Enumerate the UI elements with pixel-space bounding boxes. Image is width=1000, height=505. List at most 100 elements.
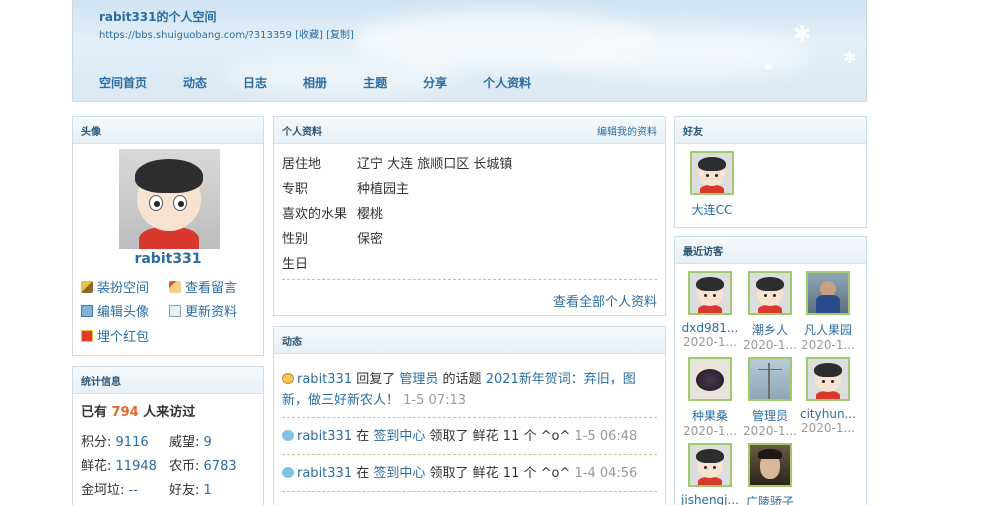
- space-url: https://bbs.shuiguobang.com/?313359 [收藏]…: [99, 26, 354, 41]
- profile-row-fruit: 喜欢的水果 樱桃: [282, 207, 384, 222]
- dandelion-seed-icon: ✱: [843, 48, 857, 67]
- avatar-panel: 头像 rabit331 装扮空间 查看留言 编辑头像 更新资料 埋个红包: [72, 116, 264, 356]
- visitor-avatar[interactable]: [748, 357, 792, 401]
- visitor-avatar[interactable]: [806, 271, 850, 315]
- edit-profile-link[interactable]: 编辑我的资料: [597, 123, 657, 138]
- stat-flowers: 鲜花: 11948: [81, 459, 157, 474]
- stat-farm-coins: 农币: 6783: [169, 459, 237, 474]
- panel-title: 个人资料: [282, 126, 322, 138]
- visitor-card[interactable]: 广陵骄子: [741, 443, 799, 505]
- visitor-card[interactable]: dxd981... 2020-1...: [681, 271, 739, 349]
- feed-user-link[interactable]: rabit331: [297, 429, 352, 444]
- divider: [282, 454, 657, 455]
- panel-title: 最近访客: [683, 246, 723, 258]
- space-url-text[interactable]: https://bbs.shuiguobang.com/?313359: [99, 30, 292, 41]
- visitor-avatar[interactable]: [688, 357, 732, 401]
- feed-target-link[interactable]: 签到中心: [373, 429, 425, 444]
- visitor-card[interactable]: 凡人果园 2020-1...: [799, 271, 857, 352]
- divider: [282, 491, 657, 492]
- favorite-link[interactable]: [收藏]: [295, 30, 323, 41]
- friend-name[interactable]: 大连CC: [683, 201, 741, 218]
- panel-header: 个人资料 编辑我的资料: [274, 117, 665, 144]
- visitor-name[interactable]: 潮乡人: [741, 321, 799, 338]
- red-packet-icon: [81, 329, 93, 342]
- visitor-date: 2020-1...: [683, 335, 737, 349]
- friends-panel: 好友 大连CC: [674, 116, 867, 228]
- feed-target-link[interactable]: 管理员: [399, 372, 438, 387]
- visitor-card[interactable]: cityhun... 2020-1...: [799, 357, 857, 435]
- panel-title: 好友: [683, 126, 703, 138]
- panel-title: 统计信息: [81, 376, 121, 388]
- view-messages-button[interactable]: 查看留言: [169, 277, 237, 296]
- divider: [282, 279, 657, 280]
- visitor-date: 2020-1...: [801, 338, 855, 352]
- picture-icon: [81, 304, 93, 317]
- stat-prestige: 威望: 9: [169, 435, 212, 450]
- red-packet-button[interactable]: 埋个红包: [81, 326, 149, 345]
- speech-bubble-icon: [282, 430, 294, 441]
- visitor-card[interactable]: 管理员 2020-1...: [741, 357, 799, 438]
- panel-header: 动态: [274, 327, 665, 354]
- panel-header: 最近访客: [675, 237, 866, 264]
- profile-row-birthday: 生日: [282, 257, 309, 272]
- visitor-name[interactable]: 凡人果园: [799, 321, 857, 338]
- header-cloud: [553, 30, 813, 80]
- nav-topics[interactable]: 主题: [363, 74, 387, 91]
- divider: [282, 417, 657, 418]
- space-nav: 空间首页 动态 日志 相册 主题 分享 个人资料: [99, 74, 567, 91]
- panel-title: 头像: [81, 126, 101, 138]
- edit-avatar-button[interactable]: 编辑头像: [81, 301, 149, 320]
- visitor-date: 2020-1...: [683, 424, 737, 438]
- feed-user-link[interactable]: rabit331: [297, 372, 352, 387]
- visitor-avatar[interactable]: [688, 271, 732, 315]
- panel-header: 统计信息: [73, 367, 263, 394]
- feed-item: rabit331 在 签到中心 领取了 鲜花 11 个 ^o^ 1-5 06:4…: [282, 426, 654, 447]
- reply-icon: [282, 373, 294, 384]
- visitor-avatar[interactable]: [748, 443, 792, 487]
- nav-blog[interactable]: 日志: [243, 74, 267, 91]
- feed-user-link[interactable]: rabit331: [297, 466, 352, 481]
- decorate-space-button[interactable]: 装扮空间: [81, 277, 149, 296]
- nav-album[interactable]: 相册: [303, 74, 327, 91]
- update-profile-button[interactable]: 更新资料: [169, 301, 237, 320]
- username-link[interactable]: rabit331: [73, 251, 263, 267]
- visitor-avatar[interactable]: [806, 357, 850, 401]
- friend-avatar[interactable]: [690, 151, 734, 195]
- panel-header: 头像: [73, 117, 263, 144]
- avatar[interactable]: [119, 149, 220, 249]
- nav-profile[interactable]: 个人资料: [483, 74, 531, 91]
- nav-home[interactable]: 空间首页: [99, 74, 147, 91]
- visitor-name[interactable]: 种果桑: [681, 407, 739, 424]
- space-title[interactable]: rabit331的个人空间: [99, 8, 217, 25]
- activity-panel: 动态 rabit331 回复了 管理员 的话题 2021新年贺词：弃旧，图新，做…: [273, 326, 666, 505]
- feed-time: 1-5 06:48: [574, 429, 638, 444]
- visit-count: 已有 794 人来访过: [81, 405, 196, 420]
- nav-activity[interactable]: 动态: [183, 74, 207, 91]
- stats-panel: 统计信息 已有 794 人来访过 积分: 9116 威望: 9 鲜花: 1194…: [72, 366, 264, 505]
- view-all-profile-link[interactable]: 查看全部个人资料: [553, 291, 657, 310]
- visitor-name[interactable]: cityhun...: [799, 407, 857, 421]
- stat-points: 积分: 9116: [81, 435, 149, 450]
- feed-time: 1-5 07:13: [403, 393, 466, 408]
- nav-share[interactable]: 分享: [423, 74, 447, 91]
- visitor-name[interactable]: 管理员: [741, 407, 799, 424]
- visitor-date: 2020-1...: [743, 424, 797, 438]
- stat-fertilizer: 金坷垃: --: [81, 483, 138, 498]
- copy-link[interactable]: [复制]: [326, 30, 354, 41]
- visitor-card[interactable]: 潮乡人 2020-1...: [741, 271, 799, 352]
- dandelion-seed-icon: ✱: [763, 60, 774, 74]
- visitor-name[interactable]: dxd981...: [681, 321, 739, 335]
- visitor-name[interactable]: jishengj...: [681, 493, 739, 505]
- dandelion-seed-icon: ✱: [793, 22, 812, 47]
- pencil-icon: [169, 280, 181, 293]
- feed-target-link[interactable]: 签到中心: [373, 466, 425, 481]
- panel-title: 动态: [282, 336, 302, 348]
- friend-card[interactable]: 大连CC: [683, 151, 741, 218]
- visitor-avatar[interactable]: [688, 443, 732, 487]
- visitor-avatar[interactable]: [748, 271, 792, 315]
- visitor-card[interactable]: 种果桑 2020-1...: [681, 357, 739, 438]
- visitor-card[interactable]: jishengj...: [681, 443, 739, 505]
- speech-bubble-icon: [282, 467, 294, 478]
- stat-friends: 好友: 1: [169, 483, 212, 498]
- visitor-name[interactable]: 广陵骄子: [741, 493, 799, 505]
